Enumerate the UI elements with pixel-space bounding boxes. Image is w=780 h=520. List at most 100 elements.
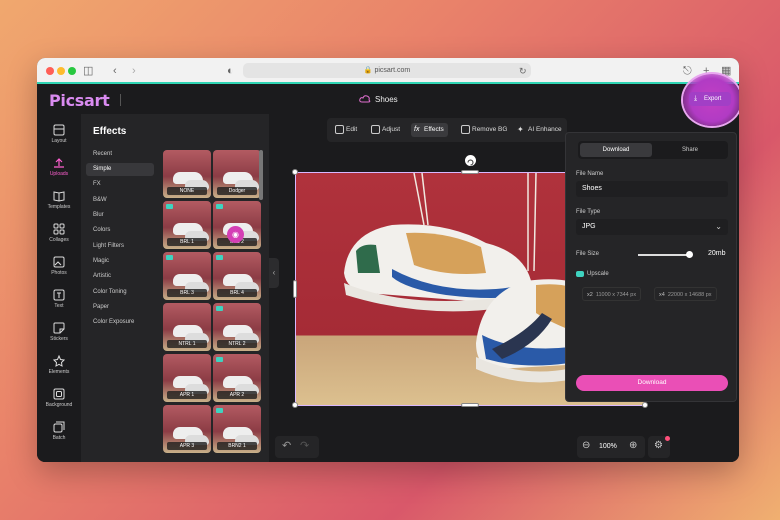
tool-edit[interactable]: Edit [333,123,357,137]
file-size-value: 20mb [708,250,726,257]
category-light-filters[interactable]: Light Filters [86,240,154,253]
effect-thumb[interactable]: BRN2 1 [213,405,261,453]
file-name-field[interactable]: Shoes [576,181,728,197]
nav-label: Photos [51,270,67,276]
nav-item-text[interactable]: Text [37,289,81,309]
effect-thumb[interactable]: BRL 3 [163,252,211,300]
nav-item-stickers[interactable]: Stickers [37,322,81,342]
category-simple[interactable]: Simple [86,163,154,176]
export-button[interactable]: ⤓ Export [689,92,731,106]
minimize-window-button[interactable] [57,67,65,75]
share-icon[interactable]: ⎋ [683,64,692,78]
upscale-option-x4[interactable]: x4 22000 x 14688 px [654,287,717,301]
category-color-toning[interactable]: Color Toning [86,286,154,299]
upscale-option-x2[interactable]: x2 11000 x 7344 px [582,287,642,301]
redo-icon[interactable]: ↷ [300,439,309,452]
close-window-button[interactable] [46,67,54,75]
picsart-logo[interactable]: Picsart [49,91,110,110]
address-bar[interactable]: 🔒 picsart.com [243,63,531,78]
category-colors[interactable]: Colors [86,224,154,237]
file-type-select[interactable]: JPG ⌄ [576,219,728,235]
effect-thumb-label: BRL 1 [167,238,207,246]
effect-thumb[interactable]: BRL 4 [213,252,261,300]
download-icon: ⤓ [694,95,698,102]
file-name-label: File Name [576,171,604,177]
favorite-effect-button[interactable]: ◉ [227,226,244,243]
export-tabs: Download Share [578,141,728,159]
nav-item-batch[interactable]: Batch [37,421,81,441]
zoom-in-icon[interactable]: ⊕ [629,440,637,451]
tab-download[interactable]: Download [580,143,652,157]
upscale-factor: x2 [587,292,593,298]
maximize-window-button[interactable] [68,67,76,75]
nav-label: Background [45,402,73,408]
category-color-exposure[interactable]: Color Exposure [86,316,154,329]
effect-thumb[interactable]: APR 3 [163,405,211,453]
file-size-slider-track[interactable] [638,254,692,256]
file-type-label: File Type [576,209,601,215]
tool-adjust[interactable]: Adjust [369,123,400,137]
back-icon[interactable]: ‹ [113,64,117,78]
premium-badge-icon [216,357,223,362]
nav-item-elements[interactable]: Elements [37,355,81,375]
zoom-level[interactable]: 100% [599,443,617,450]
effect-thumb-label: BRL 3 [167,289,207,297]
sidebar-toggle-icon[interactable]: ◫ [83,64,93,78]
resize-handle-bottom-right[interactable] [642,402,648,408]
browser-window: ◫ ‹ › ◐ 🔒 picsart.com ↻ ⎋ + ▦ Picsart Sh… [37,58,739,462]
category-fx[interactable]: FX [86,178,154,191]
edit-icon [335,125,344,134]
category-blur[interactable]: Blur [86,209,154,222]
chevron-down-icon: ⌄ [715,222,722,231]
effect-thumb[interactable]: BRL 1 [163,201,211,249]
lock-icon: 🔒 [363,67,373,74]
upscale-factor: x4 [659,292,665,298]
tab-share[interactable]: Share [654,143,726,157]
zoom-out-icon[interactable]: ⊖ [582,440,590,451]
resize-handle-left[interactable] [293,280,297,298]
effect-thumb[interactable]: NONE [163,150,211,198]
file-size-label: File Size [576,251,600,257]
category-magic[interactable]: Magic [86,255,154,268]
effect-thumb[interactable]: APR 2 [213,354,261,402]
category-artistic[interactable]: Artistic [86,270,154,283]
tool-ai-enhance[interactable]: ✦ AI Enhance [515,123,562,137]
effect-thumb[interactable]: Dodger [213,150,261,198]
effect-thumb-label: NTRL 1 [167,340,207,348]
undo-icon[interactable]: ↶ [282,439,291,452]
upscale-dims: 22000 x 14688 px [667,292,712,298]
collapse-panel-button[interactable]: ‹ [269,258,279,288]
nav-item-collages[interactable]: Collages [37,223,81,243]
nav-item-photos[interactable]: Photos [37,256,81,276]
tool-label: Effects [424,126,444,133]
tool-remove-bg[interactable]: Remove BG [459,123,507,137]
nav-item-uploads[interactable]: Uploads [37,157,81,177]
effect-thumb[interactable]: NTRL 1 [163,303,211,351]
effect-thumb[interactable]: NTRL 2 [213,303,261,351]
resize-handle-bottom[interactable] [461,403,479,407]
forward-icon[interactable]: › [132,64,136,78]
upscale-toggle[interactable] [576,271,584,277]
resize-handle-top[interactable] [461,170,479,174]
nav-item-templates[interactable]: Templates [37,190,81,210]
rotate-handle[interactable] [465,155,476,166]
category-recent[interactable]: Recent [86,148,154,161]
upscale-label: Upscale [587,271,609,277]
stickers-icon [53,322,65,334]
reload-icon[interactable]: ↻ [519,64,527,78]
category-bw[interactable]: B&W [86,194,154,207]
effect-thumb-label: APR 3 [167,442,207,450]
templates-icon [53,191,65,202]
document-title[interactable]: Shoes [375,95,398,104]
category-paper[interactable]: Paper [86,301,154,314]
file-size-slider-thumb[interactable] [686,251,694,258]
effect-thumb[interactable]: APR 1 [163,354,211,402]
resize-handle-top-left[interactable] [292,169,298,175]
thumbnails-scrollbar[interactable] [259,150,263,200]
nav-item-layout[interactable]: Layout [37,124,81,144]
privacy-shield-icon[interactable]: ◐ [227,64,234,78]
resize-handle-bottom-left[interactable] [292,402,298,408]
tool-effects[interactable]: fx Effects [411,123,448,137]
download-button[interactable]: Download [576,375,728,391]
nav-item-background[interactable]: Background [37,388,81,408]
